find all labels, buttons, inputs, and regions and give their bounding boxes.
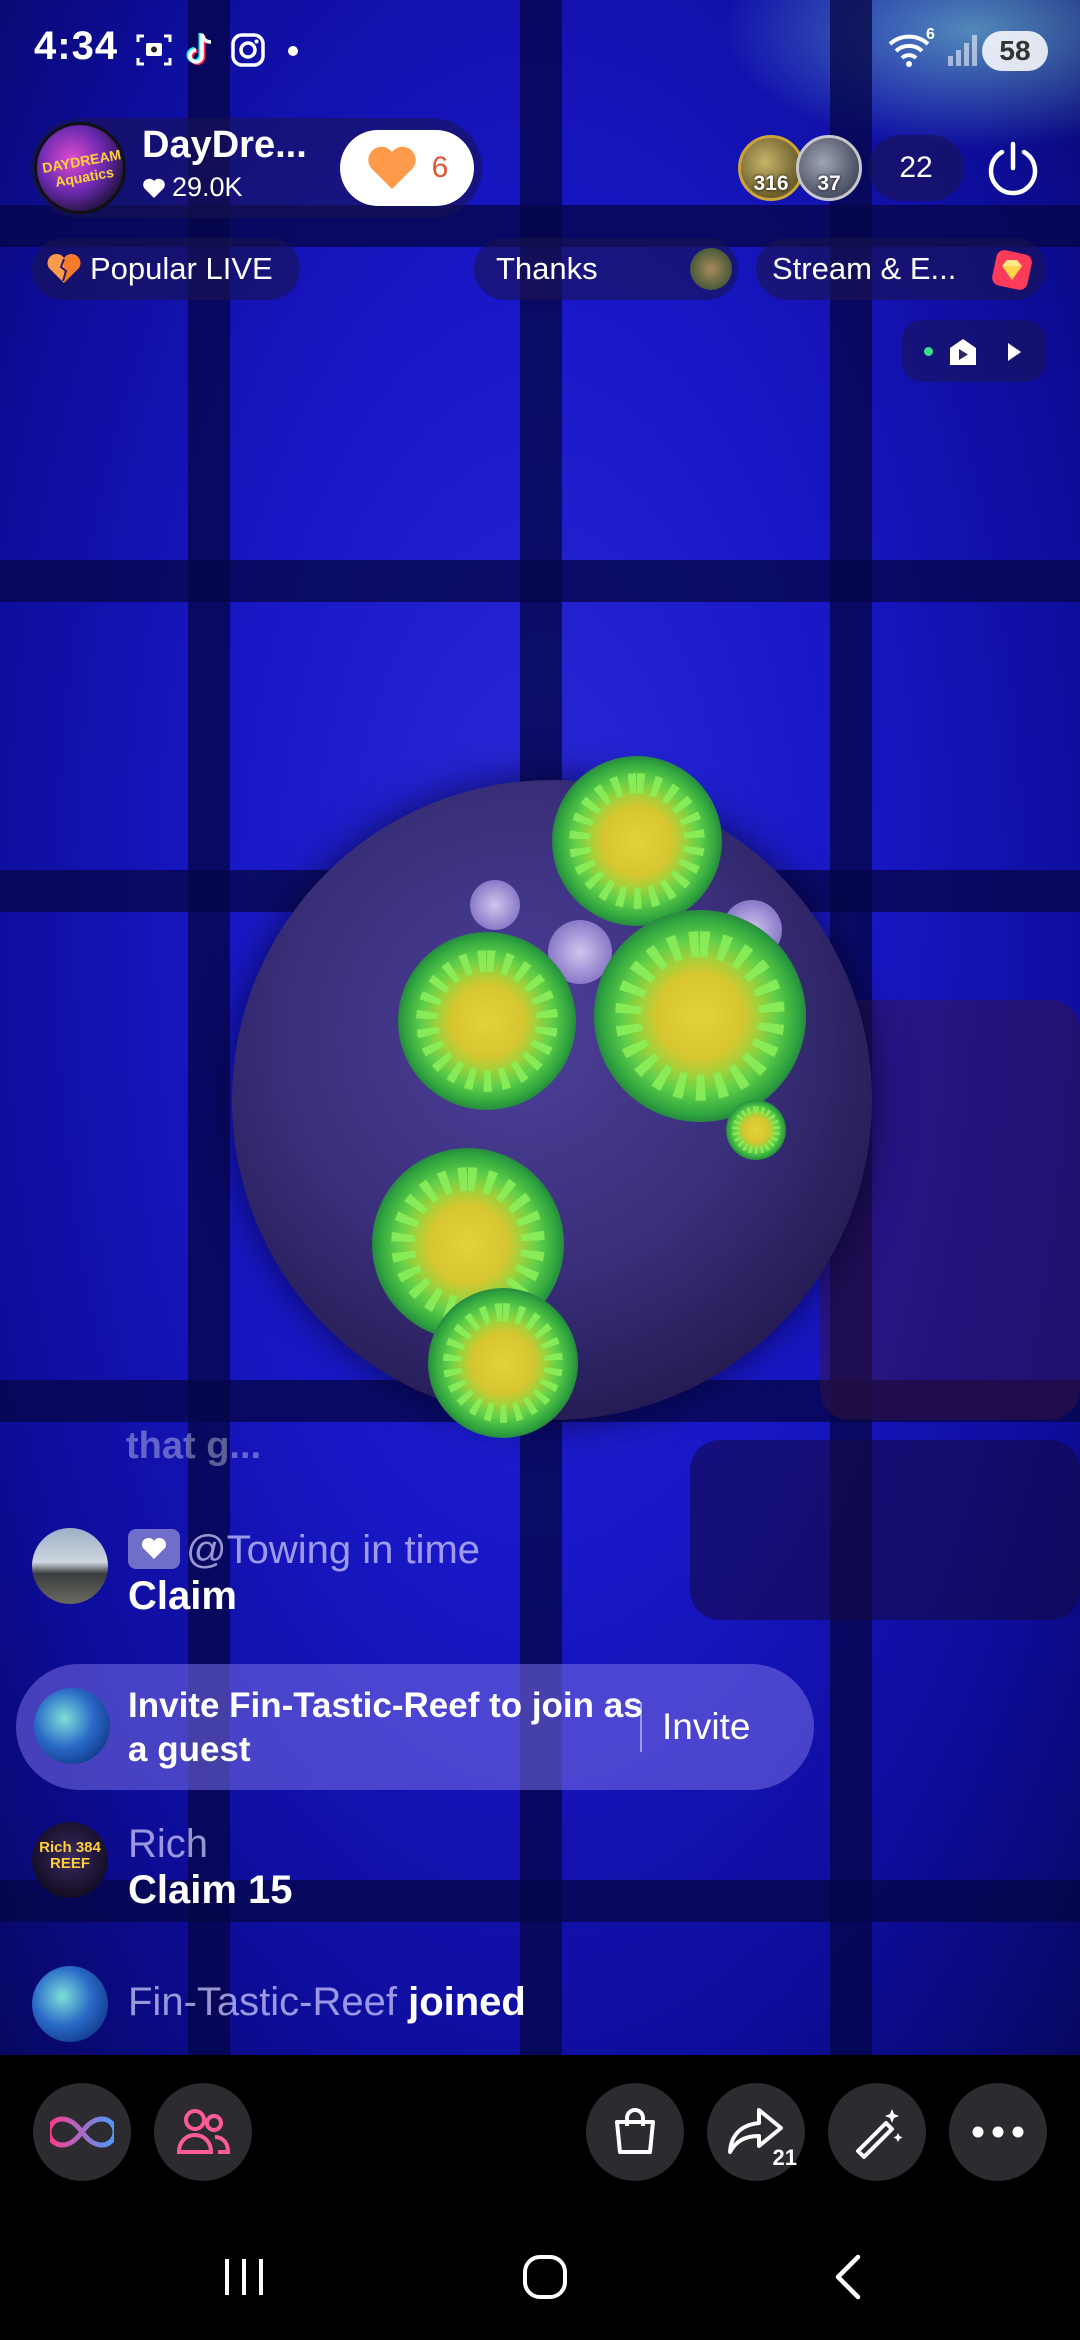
invite-button[interactable]: Invite xyxy=(662,1702,750,1752)
zoanthid-polyp xyxy=(552,756,722,926)
recent-apps-icon xyxy=(225,2259,263,2295)
host-avatar-logo: DAYDREAM Aquatics xyxy=(41,146,123,190)
divider xyxy=(640,1702,642,1752)
network-type-badge: 6 xyxy=(926,26,935,43)
joined-username[interactable]: Fin-Tastic-Reef xyxy=(128,1980,397,2024)
infinity-link-icon xyxy=(50,2116,114,2148)
instagram-icon xyxy=(231,33,265,67)
heart-icon xyxy=(143,178,165,198)
joined-verb: joined xyxy=(408,1980,526,2024)
chat-username[interactable]: Rich xyxy=(128,1822,208,1867)
invite-guest-card[interactable]: Invite Fin-Tastic-Reef to join as a gues… xyxy=(16,1664,814,1790)
chat-message[interactable]: Rich 384 REEF Rich Claim 15 xyxy=(32,1822,732,1922)
home-button[interactable] xyxy=(505,2237,585,2317)
battery-level: 58 xyxy=(982,31,1048,71)
play-arrow-icon[interactable] xyxy=(1004,340,1024,364)
live-action-bar: 21 xyxy=(0,2055,1080,2205)
share-button[interactable]: 21 xyxy=(707,2083,805,2181)
host-info[interactable]: DAYDREAM Aquatics DayDre... 29.0K 6 xyxy=(30,118,482,218)
effects-button[interactable] xyxy=(828,2083,926,2181)
status-bar: 4:34 6 58 xyxy=(0,0,1080,100)
zoanthid-polyp xyxy=(428,1288,578,1438)
chat-avatar-text: Rich 384 REEF xyxy=(39,1839,101,1872)
chat-text: Claim 15 xyxy=(128,1868,293,1912)
invite-avatar xyxy=(34,1688,110,1764)
users-icon xyxy=(176,2109,231,2154)
host-likes-count: 29.0K xyxy=(172,172,243,202)
chat-join-event[interactable]: Fin-Tastic-Reef joined xyxy=(32,1966,732,2046)
zoanthid-polyp xyxy=(594,910,806,1122)
power-icon[interactable] xyxy=(982,138,1044,200)
system-nav-bar xyxy=(0,2205,1080,2340)
share-count: 21 xyxy=(772,2145,797,2170)
signal-icon xyxy=(948,35,977,66)
thanks-thumbnail xyxy=(690,248,732,290)
back-button[interactable] xyxy=(808,2237,888,2317)
more-dots-icon xyxy=(972,2126,1024,2138)
chat-username-text: @Towing in time xyxy=(186,1528,481,1572)
chat-avatar[interactable] xyxy=(32,1966,108,2042)
viewer-rank-badge: 37 xyxy=(817,172,841,195)
chat-avatar[interactable]: Rich 384 REEF xyxy=(32,1822,108,1898)
shopping-bag-icon xyxy=(615,2108,655,2154)
coral-polyp-closed xyxy=(470,880,520,930)
host-likes: 29.0K xyxy=(142,172,243,203)
chat-avatar[interactable] xyxy=(32,1528,108,1604)
fan-badge-icon xyxy=(128,1529,180,1569)
follow-count: 6 xyxy=(431,151,449,184)
recent-apps-button[interactable] xyxy=(204,2237,284,2317)
zoanthid-polyp xyxy=(726,1100,786,1160)
follow-heart-button[interactable]: 6 xyxy=(340,130,474,206)
viewer-rank-badge: 316 xyxy=(753,172,789,195)
guests-button[interactable] xyxy=(154,2083,252,2181)
stream-earn-pill[interactable]: Stream & E... xyxy=(756,238,1046,300)
viewer-avatar[interactable]: 316 xyxy=(738,135,804,201)
host-avatar[interactable]: DAYDREAM Aquatics xyxy=(34,122,126,214)
more-button[interactable] xyxy=(949,2083,1047,2181)
viewer-avatar[interactable]: 37 xyxy=(796,135,862,201)
tank-shadow xyxy=(690,1440,1080,1620)
host-name[interactable]: DayDre... xyxy=(142,124,307,167)
popular-live-label: Popular LIVE xyxy=(90,251,273,286)
shop-button[interactable] xyxy=(586,2083,684,2181)
heart-icon xyxy=(367,146,416,189)
gem-icon xyxy=(992,250,1032,290)
chat-message[interactable]: @Towing in time Claim xyxy=(32,1528,732,1628)
chat-text: Claim xyxy=(128,1574,237,1618)
tiktok-icon xyxy=(186,33,212,65)
split-heart-icon xyxy=(47,253,81,283)
chat-faded-message: that g... xyxy=(126,1425,262,1467)
viewer-count[interactable]: 22 xyxy=(868,135,964,201)
chat-username[interactable]: @Towing in time xyxy=(128,1528,480,1573)
live-mini-player[interactable] xyxy=(902,320,1046,382)
live-indicator-dot xyxy=(924,347,933,356)
popular-live-pill[interactable]: Popular LIVE xyxy=(32,238,300,300)
magic-wand-icon xyxy=(856,2109,903,2159)
link-multiguest-button[interactable] xyxy=(33,2083,131,2181)
home-icon xyxy=(523,2255,567,2299)
thanks-pill[interactable]: Thanks xyxy=(474,238,738,300)
stream-earn-label: Stream & E... xyxy=(772,251,957,286)
invite-text: Invite Fin-Tastic-Reef to join as a gues… xyxy=(128,1686,643,1769)
zoanthid-polyp xyxy=(398,932,576,1110)
back-icon xyxy=(835,2254,861,2300)
video-play-icon xyxy=(950,339,976,365)
thanks-label: Thanks xyxy=(496,251,598,286)
notification-dot-icon xyxy=(288,46,298,56)
screenshot-icon xyxy=(136,34,172,66)
top-viewers[interactable]: 316 37 22 xyxy=(738,135,964,201)
joined-message: Fin-Tastic-Reef joined xyxy=(128,1980,526,2025)
clock: 4:34 xyxy=(34,24,119,68)
